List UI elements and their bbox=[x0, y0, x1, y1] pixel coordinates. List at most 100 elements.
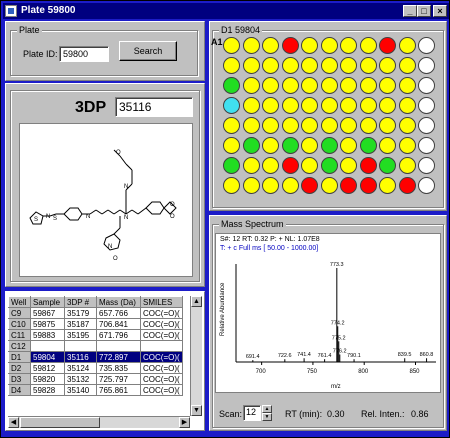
plate-well[interactable] bbox=[262, 97, 279, 114]
plate-well[interactable] bbox=[398, 137, 416, 154]
table-horizontal-scrollbar[interactable]: ◀ ▶ bbox=[8, 416, 190, 428]
plate-well[interactable] bbox=[281, 157, 299, 174]
title-bar[interactable]: Plate 59800 _ □ × bbox=[3, 3, 449, 19]
plate-well[interactable] bbox=[281, 37, 299, 54]
plate-well[interactable] bbox=[262, 117, 279, 134]
plate-well[interactable] bbox=[418, 57, 435, 74]
plate-well[interactable] bbox=[359, 77, 377, 94]
plate-well[interactable] bbox=[359, 177, 377, 194]
plate-well[interactable] bbox=[262, 77, 279, 94]
plate-well[interactable] bbox=[242, 57, 260, 74]
plate-well[interactable] bbox=[223, 177, 240, 194]
plate-well[interactable] bbox=[398, 37, 416, 54]
plate-well[interactable] bbox=[379, 97, 396, 114]
plate-well[interactable] bbox=[281, 57, 299, 74]
column-header-3dp[interactable]: 3DP # bbox=[64, 296, 97, 308]
plate-well[interactable] bbox=[340, 57, 357, 74]
plate-well[interactable] bbox=[223, 57, 240, 74]
plate-well[interactable] bbox=[398, 117, 416, 134]
plate-well[interactable] bbox=[340, 37, 357, 54]
scroll-thumb[interactable] bbox=[20, 417, 100, 428]
plate-well[interactable] bbox=[242, 157, 260, 174]
table-row[interactable]: C10 59875 35187 706.841 COC(=O)( bbox=[8, 318, 183, 330]
plate-well[interactable] bbox=[418, 177, 435, 194]
plate-well[interactable] bbox=[398, 177, 416, 194]
plate-well[interactable] bbox=[242, 97, 260, 114]
table-row[interactable]: C12 bbox=[8, 340, 183, 352]
compound-id-input[interactable]: 35116 bbox=[115, 97, 193, 117]
plate-well[interactable] bbox=[379, 77, 396, 94]
plate-well[interactable] bbox=[262, 177, 279, 194]
scroll-left-icon[interactable]: ◀ bbox=[8, 417, 19, 428]
column-header-mass[interactable]: Mass (Da) bbox=[96, 296, 141, 308]
plate-well[interactable] bbox=[359, 117, 377, 134]
search-button[interactable]: Search bbox=[119, 41, 177, 61]
plate-well[interactable] bbox=[242, 37, 260, 54]
plate-well[interactable] bbox=[301, 37, 318, 54]
plate-well[interactable] bbox=[359, 37, 377, 54]
scroll-up-icon[interactable]: ▲ bbox=[191, 296, 202, 307]
plate-well[interactable] bbox=[340, 97, 357, 114]
plate-well[interactable] bbox=[418, 77, 435, 94]
plate-well[interactable] bbox=[398, 157, 416, 174]
plate-well[interactable] bbox=[281, 77, 299, 94]
plate-well[interactable] bbox=[301, 57, 318, 74]
plate-well[interactable] bbox=[281, 97, 299, 114]
plate-well[interactable] bbox=[398, 97, 416, 114]
plate-well[interactable] bbox=[418, 37, 435, 54]
plate-well[interactable] bbox=[223, 37, 240, 54]
plate-well[interactable] bbox=[379, 117, 396, 134]
plate-well[interactable] bbox=[418, 97, 435, 114]
plate-well[interactable] bbox=[281, 177, 299, 194]
plate-well[interactable] bbox=[223, 117, 240, 134]
plate-well[interactable] bbox=[281, 137, 299, 154]
table-row[interactable]: C11 59883 35195 671.796 COC(=O)( bbox=[8, 329, 183, 341]
table-vertical-scrollbar[interactable]: ▲ ▼ bbox=[190, 296, 202, 416]
plate-well[interactable] bbox=[320, 57, 338, 74]
plate-well[interactable] bbox=[398, 57, 416, 74]
plate-well[interactable] bbox=[340, 117, 357, 134]
plate-well[interactable] bbox=[379, 57, 396, 74]
plate-well[interactable] bbox=[301, 177, 318, 194]
plate-well[interactable] bbox=[359, 137, 377, 154]
plate-well[interactable] bbox=[418, 157, 435, 174]
plate-well[interactable] bbox=[320, 77, 338, 94]
plate-well[interactable] bbox=[242, 177, 260, 194]
plate-id-input[interactable]: 59800 bbox=[59, 46, 109, 62]
plate-well[interactable] bbox=[320, 37, 338, 54]
scroll-right-icon[interactable]: ▶ bbox=[179, 417, 190, 428]
plate-well[interactable] bbox=[418, 117, 435, 134]
plate-well[interactable] bbox=[262, 37, 279, 54]
plate-well[interactable] bbox=[359, 97, 377, 114]
plate-well[interactable] bbox=[262, 137, 279, 154]
spin-down-icon[interactable]: ▼ bbox=[262, 413, 272, 421]
scan-input[interactable]: 12 bbox=[243, 405, 261, 421]
plate-well[interactable] bbox=[242, 137, 260, 154]
table-row-selected[interactable]: D1 59804 35116 772.897 COC(=O)( bbox=[8, 351, 183, 363]
scan-spinner[interactable]: ▲ ▼ bbox=[262, 405, 272, 421]
scroll-down-icon[interactable]: ▼ bbox=[191, 405, 202, 416]
plate-well[interactable] bbox=[262, 57, 279, 74]
plate-well[interactable] bbox=[418, 137, 435, 154]
plate-well[interactable] bbox=[320, 117, 338, 134]
plate-well[interactable] bbox=[340, 77, 357, 94]
plate-well[interactable] bbox=[379, 37, 396, 54]
plate-well[interactable] bbox=[242, 117, 260, 134]
plate-well[interactable] bbox=[301, 117, 318, 134]
plate-well[interactable] bbox=[340, 177, 357, 194]
table-row[interactable]: C9 59867 35179 657.766 COC(=O)( bbox=[8, 307, 183, 319]
table-row[interactable]: D4 59828 35140 765.861 COC(=O)( bbox=[8, 384, 183, 396]
plate-well[interactable] bbox=[379, 157, 396, 174]
plate-well[interactable] bbox=[320, 157, 338, 174]
plate-well[interactable] bbox=[320, 97, 338, 114]
plate-well[interactable] bbox=[301, 97, 318, 114]
plate-well[interactable] bbox=[359, 57, 377, 74]
table-row[interactable]: D2 59812 35124 735.835 COC(=O)( bbox=[8, 362, 183, 374]
plate-well[interactable] bbox=[223, 97, 240, 114]
plate-well[interactable] bbox=[340, 137, 357, 154]
plate-well[interactable] bbox=[320, 177, 338, 194]
plate-well[interactable] bbox=[320, 137, 338, 154]
minimize-button[interactable]: _ bbox=[403, 5, 417, 17]
close-button[interactable]: × bbox=[433, 5, 447, 17]
column-header-smiles[interactable]: SMILES bbox=[140, 296, 183, 308]
